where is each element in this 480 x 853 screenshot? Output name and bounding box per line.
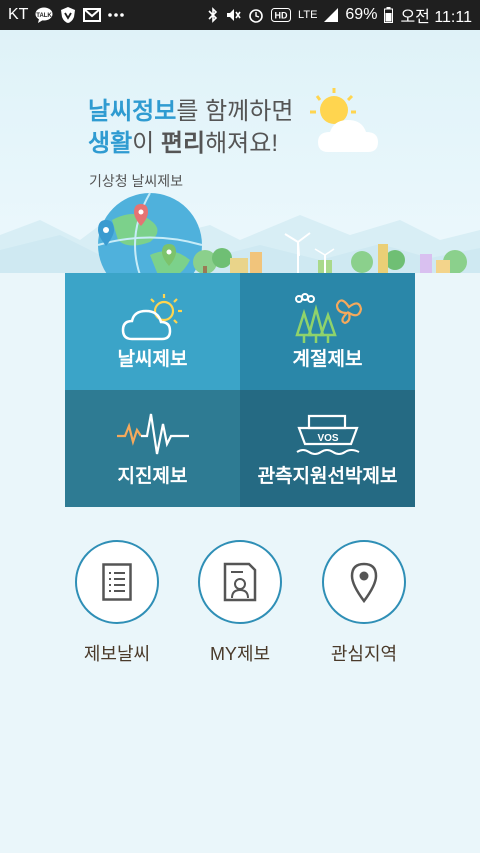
ship-icon: VOS	[295, 414, 359, 455]
talk-icon: TALK	[35, 7, 53, 23]
profile-card-icon	[223, 562, 257, 602]
svg-text:HD: HD	[275, 11, 288, 21]
favorite-region-label: 관심지역	[330, 644, 398, 664]
status-bar-right: HD LTE 69% 오전 11:11	[200, 3, 480, 27]
mail-icon	[83, 8, 102, 22]
seismograph-icon	[116, 413, 189, 455]
lte-label: LTE	[298, 9, 318, 21]
report-menu-grid: 날씨제보 계절제보 지진제보 VOS 관측지원선박제보	[65, 273, 415, 507]
tile-season-report[interactable]: 계절제보	[240, 273, 415, 390]
my-report-button[interactable]: MY제보	[180, 540, 300, 666]
headline-line2-rest: 해져요!	[205, 130, 279, 157]
favorite-region-circle[interactable]	[322, 540, 406, 624]
trees-butterfly-icon	[294, 293, 362, 343]
tile-weather-report-label: 날씨제보	[117, 349, 188, 370]
headline-line1: 날씨정보를 함께하면	[88, 96, 293, 128]
hero-banner: 날씨정보를 함께하면 생활이 편리해져요! 기상청 날씨제보	[0, 30, 480, 275]
headline-line2-blue: 생활	[88, 130, 133, 157]
location-pin-icon	[350, 562, 378, 603]
document-list-icon	[102, 563, 132, 601]
tile-weather-report[interactable]: 날씨제보	[65, 273, 240, 390]
battery-icon	[384, 7, 394, 23]
my-report-label: MY제보	[209, 644, 271, 664]
favorite-region-button[interactable]: 관심지역	[304, 540, 424, 666]
headline-line2: 생활이 편리해져요!	[88, 128, 293, 160]
signal-icon	[324, 8, 339, 22]
hero-subtitle: 기상청 날씨제보	[89, 173, 184, 189]
ship-label: VOS	[317, 433, 338, 444]
headline-line2-mid: 이	[132, 130, 161, 157]
tile-earthquake-report[interactable]: 지진제보	[65, 390, 240, 507]
alarm-icon	[248, 7, 264, 23]
headline-line1-rest: 를 함께하면	[176, 98, 294, 125]
tile-season-report-label: 계절제보	[292, 349, 363, 370]
bluetooth-icon	[208, 7, 218, 23]
headline-line2-bold: 편리	[160, 130, 206, 157]
status-bar: KT TALK HD LTE 69% 오전 11:11	[0, 0, 480, 30]
report-weather-button[interactable]: 제보날씨	[57, 540, 177, 666]
status-bar-left: KT TALK	[0, 6, 132, 24]
report-weather-label: 제보날씨	[83, 644, 151, 664]
carrier-label: KT	[8, 6, 29, 23]
headline-line1-blue: 날씨정보	[88, 98, 177, 125]
more-notifications-icon	[108, 12, 125, 18]
hero-headline: 날씨정보를 함께하면 생활이 편리해져요!	[88, 96, 293, 160]
mute-icon	[225, 7, 241, 23]
tile-vessel-report[interactable]: VOS 관측지원선박제보	[240, 390, 415, 507]
hd-icon: HD	[271, 8, 292, 22]
my-report-circle[interactable]	[198, 540, 282, 624]
tile-vessel-report-label: 관측지원선박제보	[257, 466, 398, 487]
report-weather-circle[interactable]	[75, 540, 159, 624]
svg-text:TALK: TALK	[37, 13, 53, 19]
cloud-sun-icon	[121, 294, 182, 341]
tile-earthquake-report-label: 지진제보	[117, 466, 188, 487]
battery-percent: 69%	[345, 6, 378, 23]
shield-icon	[60, 6, 76, 24]
clock: 오전 11:11	[400, 9, 472, 26]
